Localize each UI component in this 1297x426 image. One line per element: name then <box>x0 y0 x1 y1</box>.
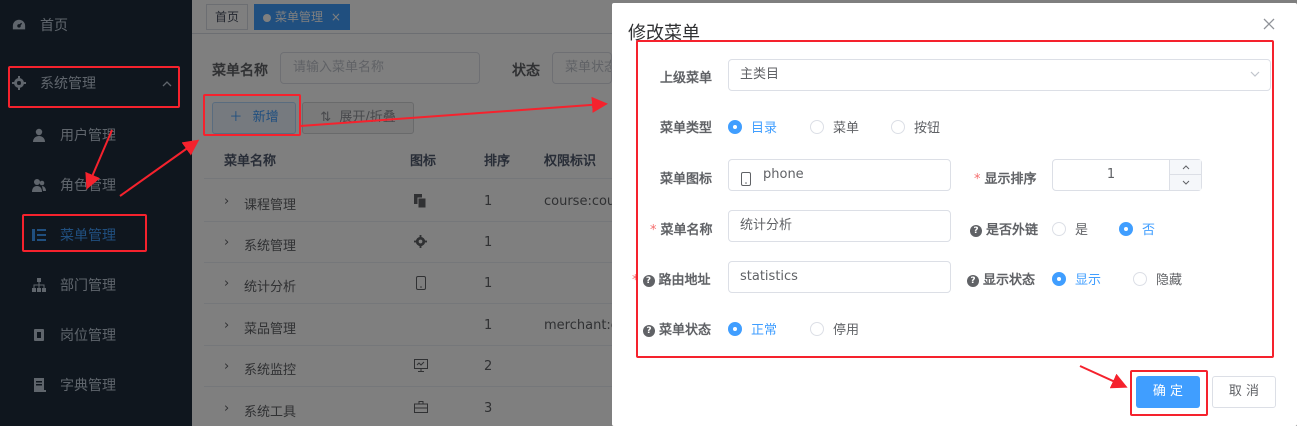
annotation-box-confirm <box>1130 370 1208 416</box>
cancel-button[interactable]: 取 消 <box>1212 376 1276 408</box>
close-icon[interactable] <box>1262 17 1278 33</box>
annotation-box-system <box>8 66 180 108</box>
annotation-box-form <box>636 40 1274 358</box>
annotation-box-menu <box>22 214 147 252</box>
annotation-box-add <box>203 94 301 136</box>
